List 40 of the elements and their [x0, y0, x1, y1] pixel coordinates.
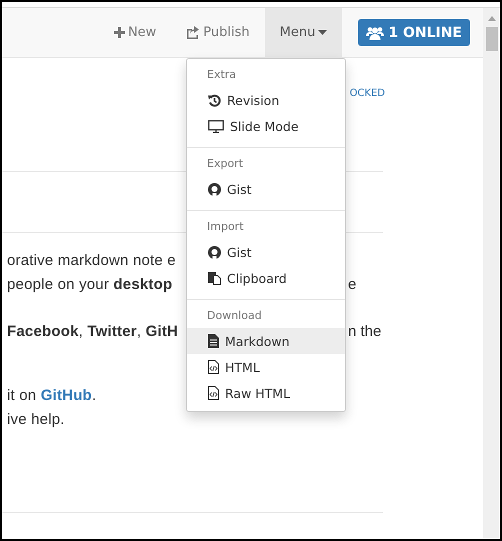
menu-item[interactable]: HTML: [187, 354, 345, 380]
note-text: n the: [348, 322, 382, 342]
menu-item[interactable]: Revision: [187, 87, 345, 113]
document-icon: [208, 334, 219, 348]
menu-section-header: Extra: [206, 67, 238, 83]
github-icon: [208, 246, 221, 258]
note-text: it on GitHub.: [7, 386, 96, 406]
plus-icon: [114, 27, 125, 38]
scrollbar-thumb[interactable]: [486, 27, 498, 51]
monitor-icon: [208, 120, 224, 132]
menu-item[interactable]: Gist: [187, 176, 345, 202]
menu-item[interactable]: Clipboard: [187, 265, 345, 291]
note-text: Facebook, Twitter, GitH: [7, 322, 178, 342]
new-button[interactable]: New: [98, 8, 172, 57]
note-text: e: [348, 275, 356, 295]
menu-section-header: Export: [206, 156, 244, 172]
note-text: ive help.: [7, 410, 65, 430]
menu-item[interactable]: Raw HTML: [187, 380, 345, 406]
publish-button[interactable]: Publish: [171, 8, 265, 57]
menu-item[interactable]: Slide Mode: [187, 113, 345, 139]
menu-section-header: Download: [206, 308, 263, 324]
github-link[interactable]: GitHub: [40, 387, 92, 404]
clipboard-icon: [208, 271, 221, 285]
share-icon: [186, 26, 200, 39]
github-icon: [208, 182, 221, 196]
caret-icon: [318, 30, 328, 35]
note-text: people on your desktop: [7, 275, 172, 295]
code-file-icon: [208, 360, 219, 374]
menu-section-header: Import: [206, 219, 245, 235]
note-text: orative markdown note e: [7, 251, 176, 271]
history-icon: [208, 94, 221, 106]
menu-button[interactable]: Menu: [264, 8, 342, 57]
menu-item[interactable]: Gist: [187, 239, 345, 265]
scroll-up-arrow-icon[interactable]: [488, 16, 496, 21]
online-users-button[interactable]: 1 ONLINE: [358, 19, 470, 46]
code-file-icon: [208, 386, 219, 400]
scrollbar[interactable]: [483, 8, 500, 539]
menu-item[interactable]: Markdown: [187, 328, 345, 354]
users-icon: [366, 26, 384, 40]
status-label: OCKED: [350, 88, 385, 101]
